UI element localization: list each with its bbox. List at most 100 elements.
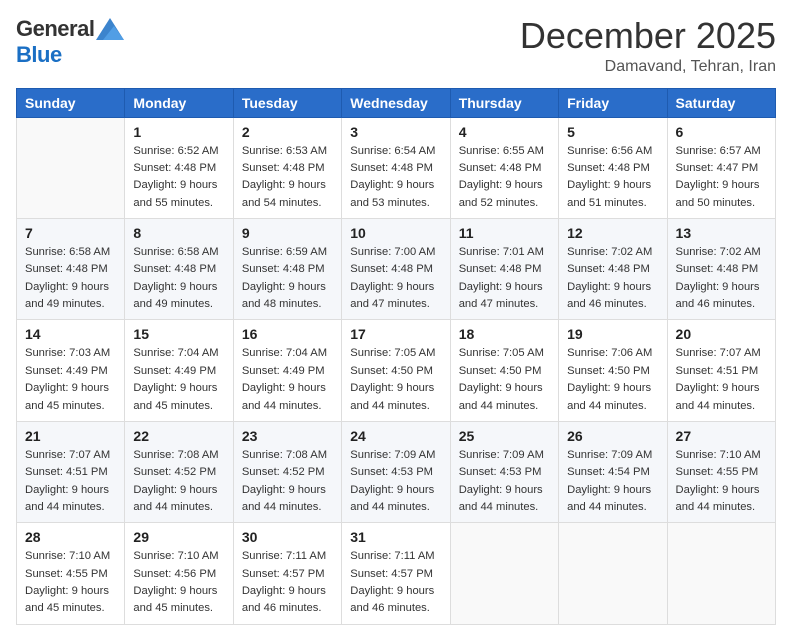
calendar-day-cell: 28 Sunrise: 7:10 AM Sunset: 4:55 PM Dayl…: [17, 523, 125, 624]
sunrise-text: Sunrise: 7:10 AM: [25, 550, 110, 562]
calendar-day-cell: 24 Sunrise: 7:09 AM Sunset: 4:53 PM Dayl…: [342, 421, 450, 522]
daylight-text: Daylight: 9 hours and 44 minutes.: [242, 382, 326, 411]
day-number: 1: [133, 124, 224, 140]
day-number: 20: [676, 326, 767, 342]
sunrise-text: Sunrise: 7:10 AM: [676, 449, 761, 461]
calendar-day-cell: 14 Sunrise: 7:03 AM Sunset: 4:49 PM Dayl…: [17, 320, 125, 421]
sunrise-text: Sunrise: 6:57 AM: [676, 145, 761, 157]
daylight-text: Daylight: 9 hours and 55 minutes.: [133, 179, 217, 208]
day-number: 2: [242, 124, 333, 140]
month-title: December 2025: [520, 16, 776, 56]
sunset-text: Sunset: 4:50 PM: [350, 365, 433, 377]
day-number: 17: [350, 326, 441, 342]
sunrise-text: Sunrise: 7:02 AM: [676, 246, 761, 258]
calendar-day-cell: 6 Sunrise: 6:57 AM Sunset: 4:47 PM Dayli…: [667, 117, 775, 218]
sunrise-text: Sunrise: 6:52 AM: [133, 145, 218, 157]
sunset-text: Sunset: 4:56 PM: [133, 568, 216, 580]
sunset-text: Sunset: 4:55 PM: [676, 466, 759, 478]
sunset-text: Sunset: 4:52 PM: [242, 466, 325, 478]
sunrise-text: Sunrise: 7:08 AM: [133, 449, 218, 461]
sunset-text: Sunset: 4:47 PM: [676, 162, 759, 174]
day-number: 28: [25, 529, 116, 545]
sunset-text: Sunset: 4:50 PM: [567, 365, 650, 377]
daylight-text: Daylight: 9 hours and 50 minutes.: [676, 179, 760, 208]
calendar-day-cell: 11 Sunrise: 7:01 AM Sunset: 4:48 PM Dayl…: [450, 219, 558, 320]
day-number: 29: [133, 529, 224, 545]
calendar-day-header: Sunday: [17, 88, 125, 117]
daylight-text: Daylight: 9 hours and 46 minutes.: [350, 585, 434, 614]
logo: General Blue: [16, 16, 124, 68]
calendar-week-row: 7 Sunrise: 6:58 AM Sunset: 4:48 PM Dayli…: [17, 219, 776, 320]
daylight-text: Daylight: 9 hours and 44 minutes.: [459, 382, 543, 411]
calendar-week-row: 1 Sunrise: 6:52 AM Sunset: 4:48 PM Dayli…: [17, 117, 776, 218]
day-number: 13: [676, 225, 767, 241]
calendar-day-cell: 29 Sunrise: 7:10 AM Sunset: 4:56 PM Dayl…: [125, 523, 233, 624]
day-number: 24: [350, 428, 441, 444]
sunset-text: Sunset: 4:53 PM: [350, 466, 433, 478]
sunrise-text: Sunrise: 7:11 AM: [242, 550, 326, 562]
day-info: Sunrise: 7:02 AM Sunset: 4:48 PM Dayligh…: [676, 244, 767, 313]
sunset-text: Sunset: 4:48 PM: [567, 263, 650, 275]
sunrise-text: Sunrise: 7:09 AM: [567, 449, 652, 461]
day-number: 8: [133, 225, 224, 241]
sunrise-text: Sunrise: 7:02 AM: [567, 246, 652, 258]
calendar-day-header: Wednesday: [342, 88, 450, 117]
sunset-text: Sunset: 4:51 PM: [25, 466, 108, 478]
logo-general-text: General: [16, 16, 94, 42]
sunrise-text: Sunrise: 7:10 AM: [133, 550, 218, 562]
calendar-day-cell: [450, 523, 558, 624]
day-info: Sunrise: 7:04 AM Sunset: 4:49 PM Dayligh…: [242, 345, 333, 414]
day-number: 25: [459, 428, 550, 444]
calendar-day-cell: 27 Sunrise: 7:10 AM Sunset: 4:55 PM Dayl…: [667, 421, 775, 522]
sunrise-text: Sunrise: 7:06 AM: [567, 347, 652, 359]
sunrise-text: Sunrise: 6:55 AM: [459, 145, 544, 157]
sunset-text: Sunset: 4:55 PM: [25, 568, 108, 580]
page-header: General Blue December 2025 Damavand, Teh…: [16, 16, 776, 76]
calendar-day-cell: 30 Sunrise: 7:11 AM Sunset: 4:57 PM Dayl…: [233, 523, 341, 624]
day-number: 18: [459, 326, 550, 342]
calendar-day-cell: 17 Sunrise: 7:05 AM Sunset: 4:50 PM Dayl…: [342, 320, 450, 421]
sunset-text: Sunset: 4:52 PM: [133, 466, 216, 478]
daylight-text: Daylight: 9 hours and 52 minutes.: [459, 179, 543, 208]
sunset-text: Sunset: 4:49 PM: [242, 365, 325, 377]
sunrise-text: Sunrise: 6:59 AM: [242, 246, 327, 258]
sunrise-text: Sunrise: 6:54 AM: [350, 145, 435, 157]
sunrise-text: Sunrise: 7:08 AM: [242, 449, 327, 461]
sunset-text: Sunset: 4:57 PM: [350, 568, 433, 580]
sunset-text: Sunset: 4:48 PM: [242, 162, 325, 174]
sunrise-text: Sunrise: 6:58 AM: [25, 246, 110, 258]
day-info: Sunrise: 6:55 AM Sunset: 4:48 PM Dayligh…: [459, 143, 550, 212]
day-number: 5: [567, 124, 658, 140]
calendar-day-cell: 4 Sunrise: 6:55 AM Sunset: 4:48 PM Dayli…: [450, 117, 558, 218]
sunset-text: Sunset: 4:51 PM: [676, 365, 759, 377]
day-number: 26: [567, 428, 658, 444]
day-info: Sunrise: 7:05 AM Sunset: 4:50 PM Dayligh…: [459, 345, 550, 414]
day-info: Sunrise: 6:56 AM Sunset: 4:48 PM Dayligh…: [567, 143, 658, 212]
daylight-text: Daylight: 9 hours and 48 minutes.: [242, 281, 326, 310]
calendar-day-cell: 18 Sunrise: 7:05 AM Sunset: 4:50 PM Dayl…: [450, 320, 558, 421]
day-info: Sunrise: 7:09 AM Sunset: 4:53 PM Dayligh…: [350, 447, 441, 516]
day-info: Sunrise: 7:02 AM Sunset: 4:48 PM Dayligh…: [567, 244, 658, 313]
day-info: Sunrise: 7:01 AM Sunset: 4:48 PM Dayligh…: [459, 244, 550, 313]
sunrise-text: Sunrise: 6:56 AM: [567, 145, 652, 157]
calendar-day-cell: 25 Sunrise: 7:09 AM Sunset: 4:53 PM Dayl…: [450, 421, 558, 522]
calendar-day-cell: 16 Sunrise: 7:04 AM Sunset: 4:49 PM Dayl…: [233, 320, 341, 421]
calendar-day-cell: 31 Sunrise: 7:11 AM Sunset: 4:57 PM Dayl…: [342, 523, 450, 624]
day-info: Sunrise: 7:06 AM Sunset: 4:50 PM Dayligh…: [567, 345, 658, 414]
day-number: 9: [242, 225, 333, 241]
sunrise-text: Sunrise: 6:53 AM: [242, 145, 327, 157]
calendar-day-cell: 23 Sunrise: 7:08 AM Sunset: 4:52 PM Dayl…: [233, 421, 341, 522]
calendar-day-cell: [17, 117, 125, 218]
calendar-day-cell: 3 Sunrise: 6:54 AM Sunset: 4:48 PM Dayli…: [342, 117, 450, 218]
sunset-text: Sunset: 4:53 PM: [459, 466, 542, 478]
sunrise-text: Sunrise: 7:04 AM: [133, 347, 218, 359]
logo-blue-text: Blue: [16, 42, 62, 68]
day-number: 3: [350, 124, 441, 140]
day-number: 10: [350, 225, 441, 241]
daylight-text: Daylight: 9 hours and 44 minutes.: [25, 484, 109, 513]
sunset-text: Sunset: 4:50 PM: [459, 365, 542, 377]
calendar-day-cell: 1 Sunrise: 6:52 AM Sunset: 4:48 PM Dayli…: [125, 117, 233, 218]
daylight-text: Daylight: 9 hours and 44 minutes.: [242, 484, 326, 513]
sunset-text: Sunset: 4:48 PM: [459, 162, 542, 174]
calendar-day-header: Saturday: [667, 88, 775, 117]
